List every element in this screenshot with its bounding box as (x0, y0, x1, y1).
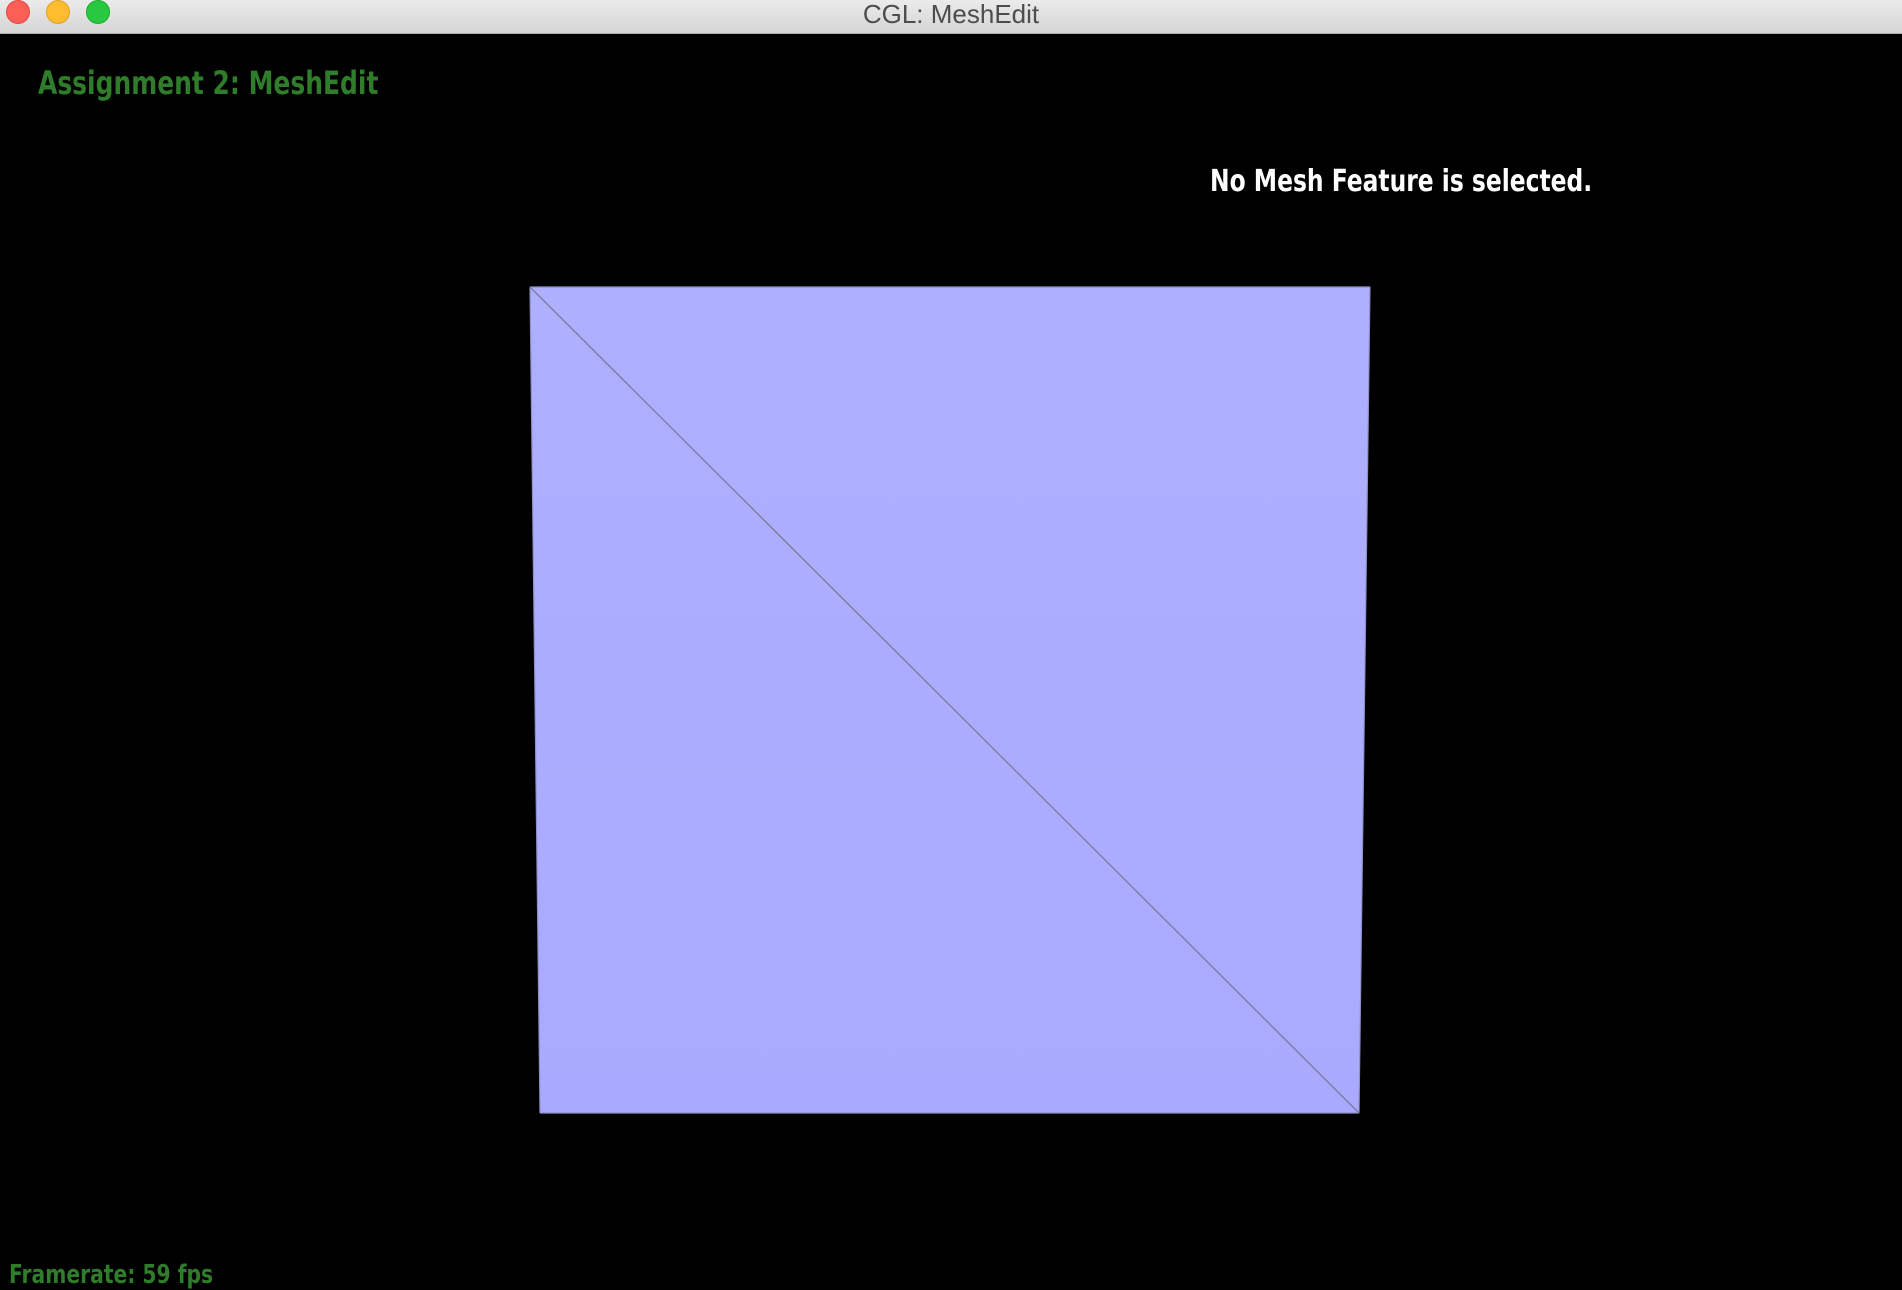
mesh-viewport[interactable]: Assignment 2: MeshEdit No Mesh Feature i… (0, 34, 1902, 1290)
framerate-label: Framerate: 59 fps (9, 1260, 214, 1290)
mesh-canvas[interactable] (0, 34, 1902, 1288)
window-title: CGL: MeshEdit (862, 0, 1040, 29)
window-titlebar[interactable]: CGL: MeshEdit (0, 0, 1902, 34)
